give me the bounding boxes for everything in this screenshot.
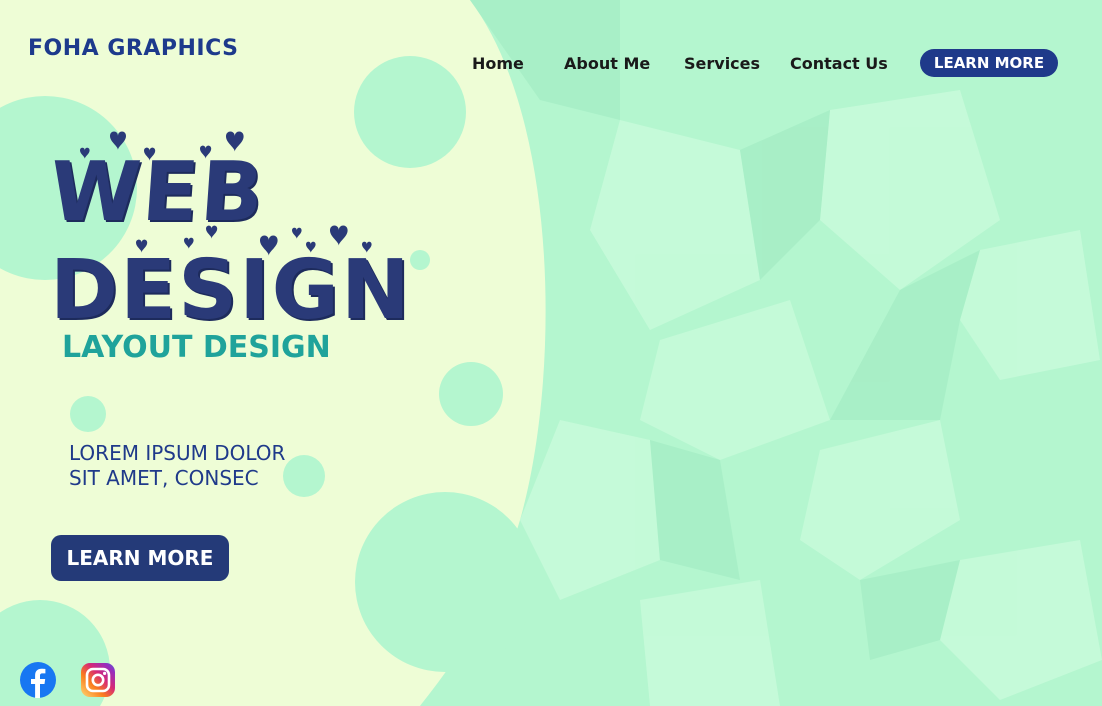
learn-more-nav-button[interactable]: LEARN MORE xyxy=(920,49,1058,77)
facebook-icon[interactable] xyxy=(20,662,56,698)
hero-subtitle: LAYOUT DESIGN xyxy=(62,330,331,365)
nav-about-me[interactable]: About Me xyxy=(564,54,650,73)
nav-home[interactable]: Home xyxy=(472,54,524,73)
nav-contact-us[interactable]: Contact Us xyxy=(790,54,888,73)
main-nav: Home About Me Services Contact Us LEARN … xyxy=(470,49,1058,77)
hero-title-web: WEB xyxy=(46,145,269,240)
brand-logo[interactable]: FOHA GRAPHICS xyxy=(28,36,238,61)
instagram-icon[interactable] xyxy=(81,663,115,697)
hero-body-text: LOREM IPSUM DOLOR SIT AMET, CONSEC xyxy=(69,441,286,490)
nav-services[interactable]: Services xyxy=(684,54,760,73)
learn-more-hero-button[interactable]: LEARN MORE xyxy=(51,535,229,581)
hero-title-design: DESIGN xyxy=(50,243,412,338)
